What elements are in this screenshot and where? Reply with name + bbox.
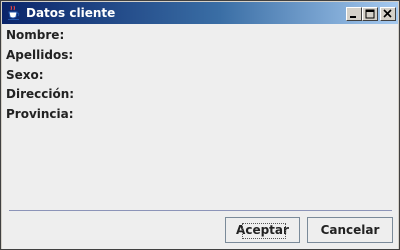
field-label-direccion: Dirección: (6, 87, 75, 101)
cancel-button-label: Cancelar (320, 223, 380, 237)
field-label-nombre: Nombre: (6, 28, 65, 42)
minimize-button[interactable] (346, 7, 362, 21)
focus-ring (242, 223, 286, 239)
maximize-button[interactable] (362, 7, 378, 21)
accept-button[interactable]: Aceptar (225, 217, 300, 243)
window-title: Datos cliente (26, 6, 116, 20)
dialog-content: Nombre: Apellidos: Sexo: Dirección: Prov… (2, 24, 398, 249)
minimize-icon (350, 16, 356, 18)
close-icon (383, 9, 392, 18)
java-cup-icon (6, 5, 22, 21)
close-button[interactable] (380, 7, 396, 21)
title-bar[interactable]: Datos cliente (2, 2, 398, 24)
field-label-provincia: Provincia: (6, 107, 74, 121)
field-label-sexo: Sexo: (6, 68, 44, 82)
separator (9, 210, 392, 211)
field-label-apellidos: Apellidos: (6, 48, 74, 62)
dialog-window: Datos cliente Nombre: Apellidos: Sexo: D… (0, 0, 400, 250)
maximize-icon (365, 9, 375, 19)
cancel-button[interactable]: Cancelar (307, 217, 393, 243)
